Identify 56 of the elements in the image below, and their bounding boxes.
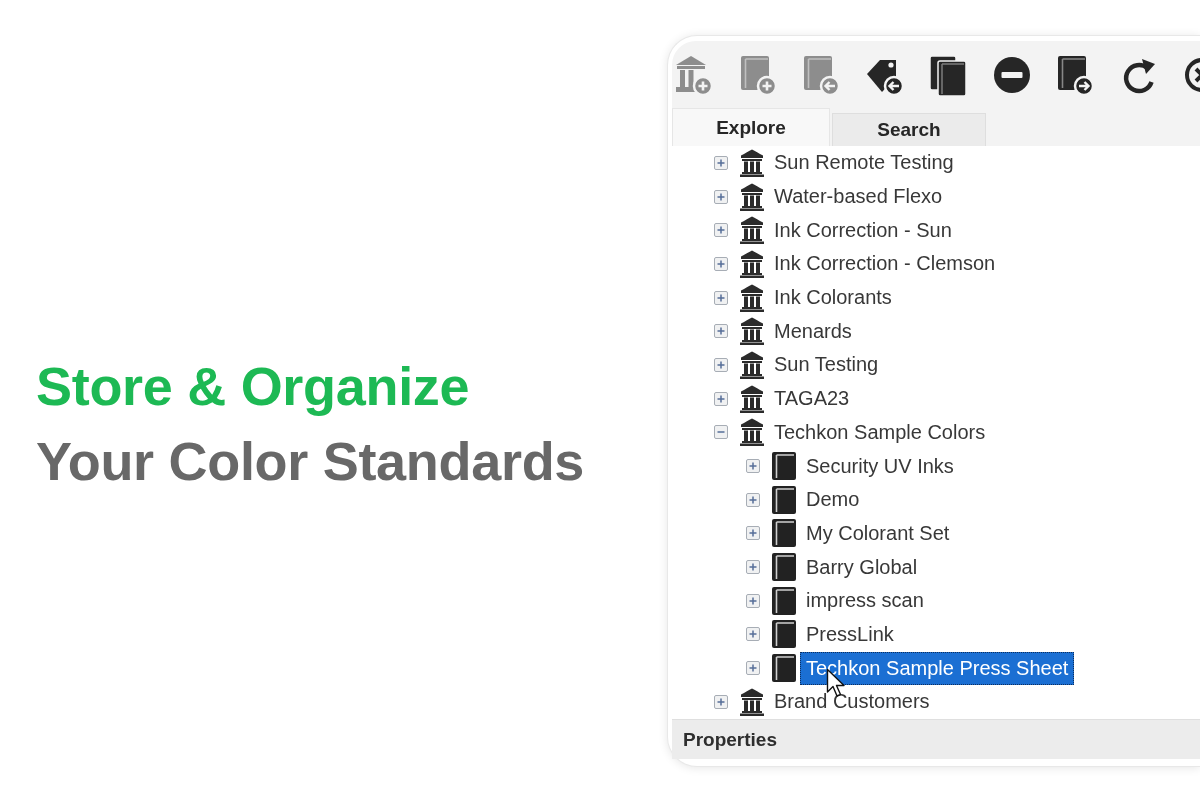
tree-item[interactable]: Ink Correction - Sun: [768, 213, 958, 247]
tree-item[interactable]: Security UV Inks: [800, 449, 960, 483]
tree-item[interactable]: Brand Customers: [768, 685, 936, 719]
bank-icon: [740, 148, 764, 177]
plus-box-icon[interactable]: [714, 223, 728, 238]
tree-item[interactable]: Ink Colorants: [768, 281, 898, 315]
book-icon: [772, 586, 796, 615]
bank-icon: [740, 283, 764, 312]
book-icon: [772, 620, 796, 649]
plus-box-icon[interactable]: [714, 256, 728, 271]
bank-icon: [740, 350, 764, 379]
plus-box-icon[interactable]: [714, 357, 728, 372]
tree-item[interactable]: Techkon Sample Colors: [768, 415, 992, 449]
bank-icon: [740, 418, 764, 447]
plus-box-icon[interactable]: [714, 155, 728, 170]
plus-box-icon[interactable]: [746, 661, 760, 676]
bank-icon: [740, 249, 764, 278]
plus-box-icon[interactable]: [714, 189, 728, 204]
tree-item[interactable]: Barry Global: [800, 550, 924, 584]
plus-box-icon[interactable]: [746, 526, 760, 541]
plus-box-icon[interactable]: [714, 694, 728, 709]
tree-item[interactable]: Water-based Flexo: [768, 180, 949, 214]
tree-item[interactable]: impress scan: [800, 584, 930, 618]
bank-icon: [740, 384, 764, 413]
tree-item[interactable]: Menards: [768, 314, 858, 348]
plus-box-icon[interactable]: [714, 391, 728, 406]
plus-box-icon[interactable]: [746, 560, 760, 575]
minus-box-icon[interactable]: [714, 425, 728, 440]
tab[interactable]: Explore: [672, 108, 830, 146]
tree-item[interactable]: Ink Correction - Clemson: [768, 247, 1002, 281]
tree-item[interactable]: My Colorant Set: [800, 516, 956, 550]
plus-box-icon[interactable]: [714, 324, 728, 339]
headline-line: Your Color Standards: [36, 430, 585, 493]
tree-item[interactable]: Techkon Sample Press Sheet: [800, 651, 1075, 685]
tree-item[interactable]: Sun Remote Testing: [768, 146, 960, 180]
bank-icon: [740, 317, 764, 346]
plus-box-icon[interactable]: [746, 459, 760, 474]
bank-icon: [740, 182, 764, 211]
tree-item[interactable]: PressLink: [800, 617, 900, 651]
bank-icon: [740, 216, 764, 245]
tree-item[interactable]: Demo: [800, 483, 866, 517]
book-icon: [772, 452, 796, 481]
plus-box-icon[interactable]: [714, 290, 728, 305]
book-icon: [772, 553, 796, 582]
book-icon: [772, 654, 796, 683]
tree-item[interactable]: TAGA23: [768, 382, 856, 416]
book-icon: [772, 519, 796, 548]
bank-icon: [740, 687, 764, 716]
plus-box-icon[interactable]: [746, 593, 760, 608]
tree-item[interactable]: Sun Testing: [768, 348, 885, 382]
headline-line: Store & Organize: [36, 355, 470, 418]
plus-box-icon[interactable]: [746, 492, 760, 507]
book-icon: [772, 485, 796, 514]
properties-title: Properties: [683, 728, 777, 751]
plus-box-icon[interactable]: [746, 627, 760, 642]
tab[interactable]: Search: [832, 113, 986, 146]
